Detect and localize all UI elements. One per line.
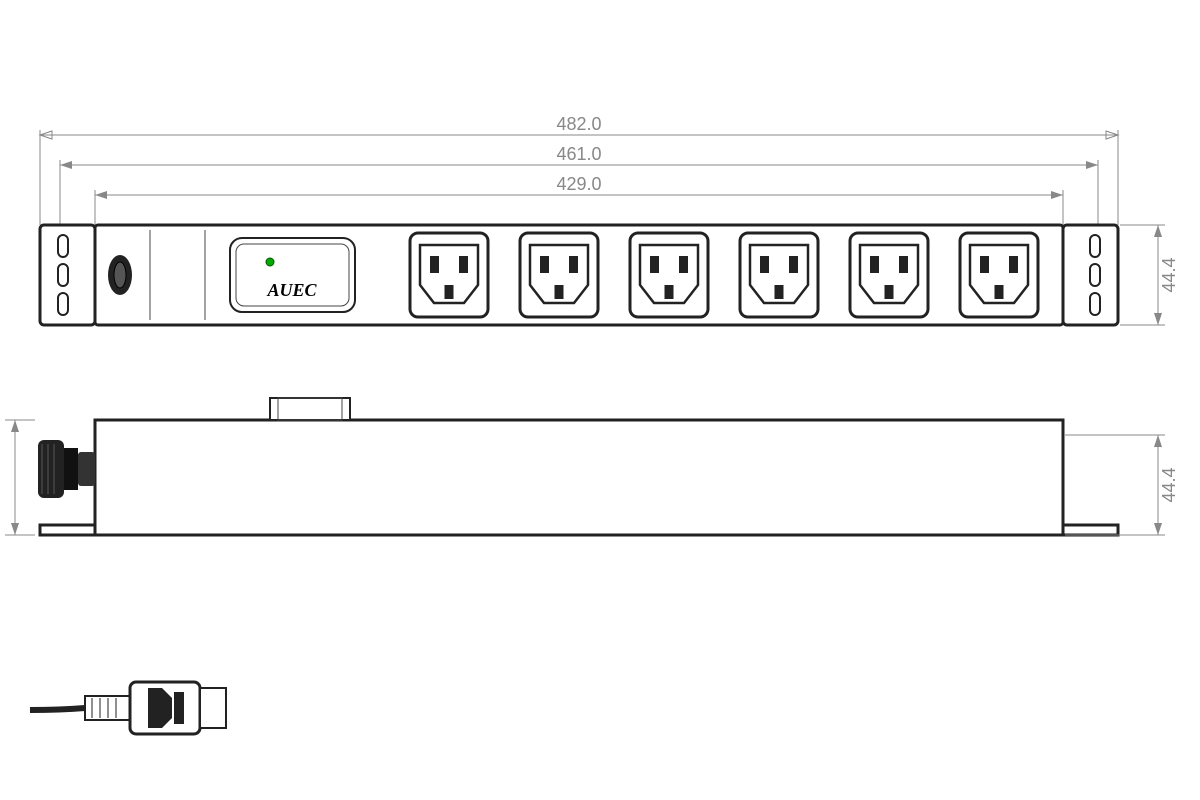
outlet-2 bbox=[520, 233, 598, 317]
circuit-breaker bbox=[108, 255, 132, 295]
dimension-height-front: 44.4 bbox=[1120, 225, 1179, 325]
dim-body-width-value: 429.0 bbox=[556, 174, 601, 194]
top-view bbox=[38, 398, 1118, 535]
dim-height-front-value: 44.4 bbox=[1159, 257, 1179, 292]
front-view: AUEC bbox=[40, 225, 1118, 325]
dimension-body-width: 429.0 bbox=[95, 174, 1063, 225]
brand-label: AUEC bbox=[266, 280, 317, 300]
outlet-3 bbox=[630, 233, 708, 317]
power-cord-plug bbox=[30, 682, 226, 734]
outlet-1 bbox=[410, 233, 488, 317]
outlet-6 bbox=[960, 233, 1038, 317]
display-panel: AUEC bbox=[230, 238, 355, 312]
dim-inner-width-value: 461.0 bbox=[556, 144, 601, 164]
power-led-icon bbox=[266, 258, 274, 266]
outlet-5 bbox=[850, 233, 928, 317]
dimension-depth: 56.5 bbox=[0, 420, 35, 535]
dim-height-top-value: 44.4 bbox=[1159, 467, 1179, 502]
pdu-technical-drawing: 482.0 461.0 429.0 bbox=[0, 0, 1200, 800]
dimension-height-top: 44.4 bbox=[1065, 435, 1179, 535]
dimension-overall-width: 482.0 bbox=[40, 114, 1118, 225]
cable-gland bbox=[38, 440, 95, 498]
dim-depth-value: 56.5 bbox=[0, 460, 4, 495]
outlet-4 bbox=[740, 233, 818, 317]
dim-overall-width-value: 482.0 bbox=[556, 114, 601, 134]
